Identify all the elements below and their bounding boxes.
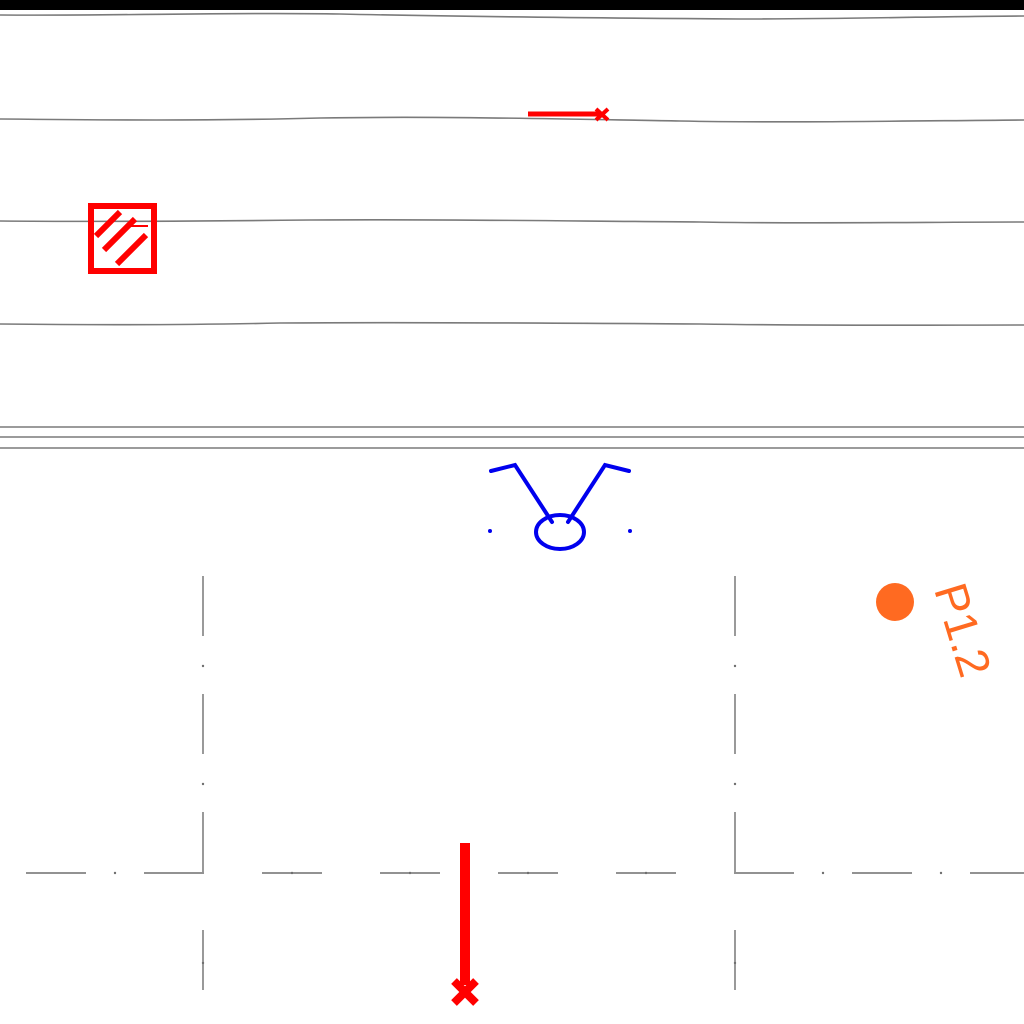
axis-dots: [113, 664, 943, 965]
fixture-left-arm: [489, 462, 554, 524]
long-pin-icon: [451, 843, 479, 1006]
axis-dot: [113, 871, 117, 875]
contour-line: [0, 12, 1024, 20]
axis-dot: [201, 961, 205, 965]
axis-dot: [733, 961, 737, 965]
fixture-symbol-icon: [488, 462, 632, 551]
contour-line: [0, 321, 1024, 327]
hatched-square-icon: [88, 203, 157, 274]
axis-dot: [201, 664, 205, 668]
axis-dot: [290, 871, 294, 875]
hatch-stroke: [114, 232, 149, 267]
axis-dot: [408, 871, 412, 875]
drawing-canvas: P1.2: [0, 0, 1024, 1024]
fixture-bowl: [534, 513, 586, 551]
fixture-dot-left: [488, 529, 492, 533]
survey-point-label: P1.2: [924, 577, 1001, 683]
fixture-dot-right: [628, 529, 632, 533]
boundary-lines: [0, 426, 1024, 449]
axis-dot: [201, 782, 205, 786]
axis-dot: [733, 782, 737, 786]
axis-dot: [526, 871, 530, 875]
fixture-right-arm: [566, 462, 631, 524]
grid-axes: [26, 576, 1024, 1024]
axis-dot: [644, 871, 648, 875]
contour-line: [0, 116, 1024, 123]
axis-dot: [821, 871, 825, 875]
axis-dot: [733, 664, 737, 668]
axis-dot: [939, 871, 943, 875]
top-frame-border: [0, 0, 1024, 10]
contour-lines: [0, 12, 1024, 327]
hatch-stroke: [93, 209, 123, 239]
survey-point-dot: [876, 583, 914, 621]
